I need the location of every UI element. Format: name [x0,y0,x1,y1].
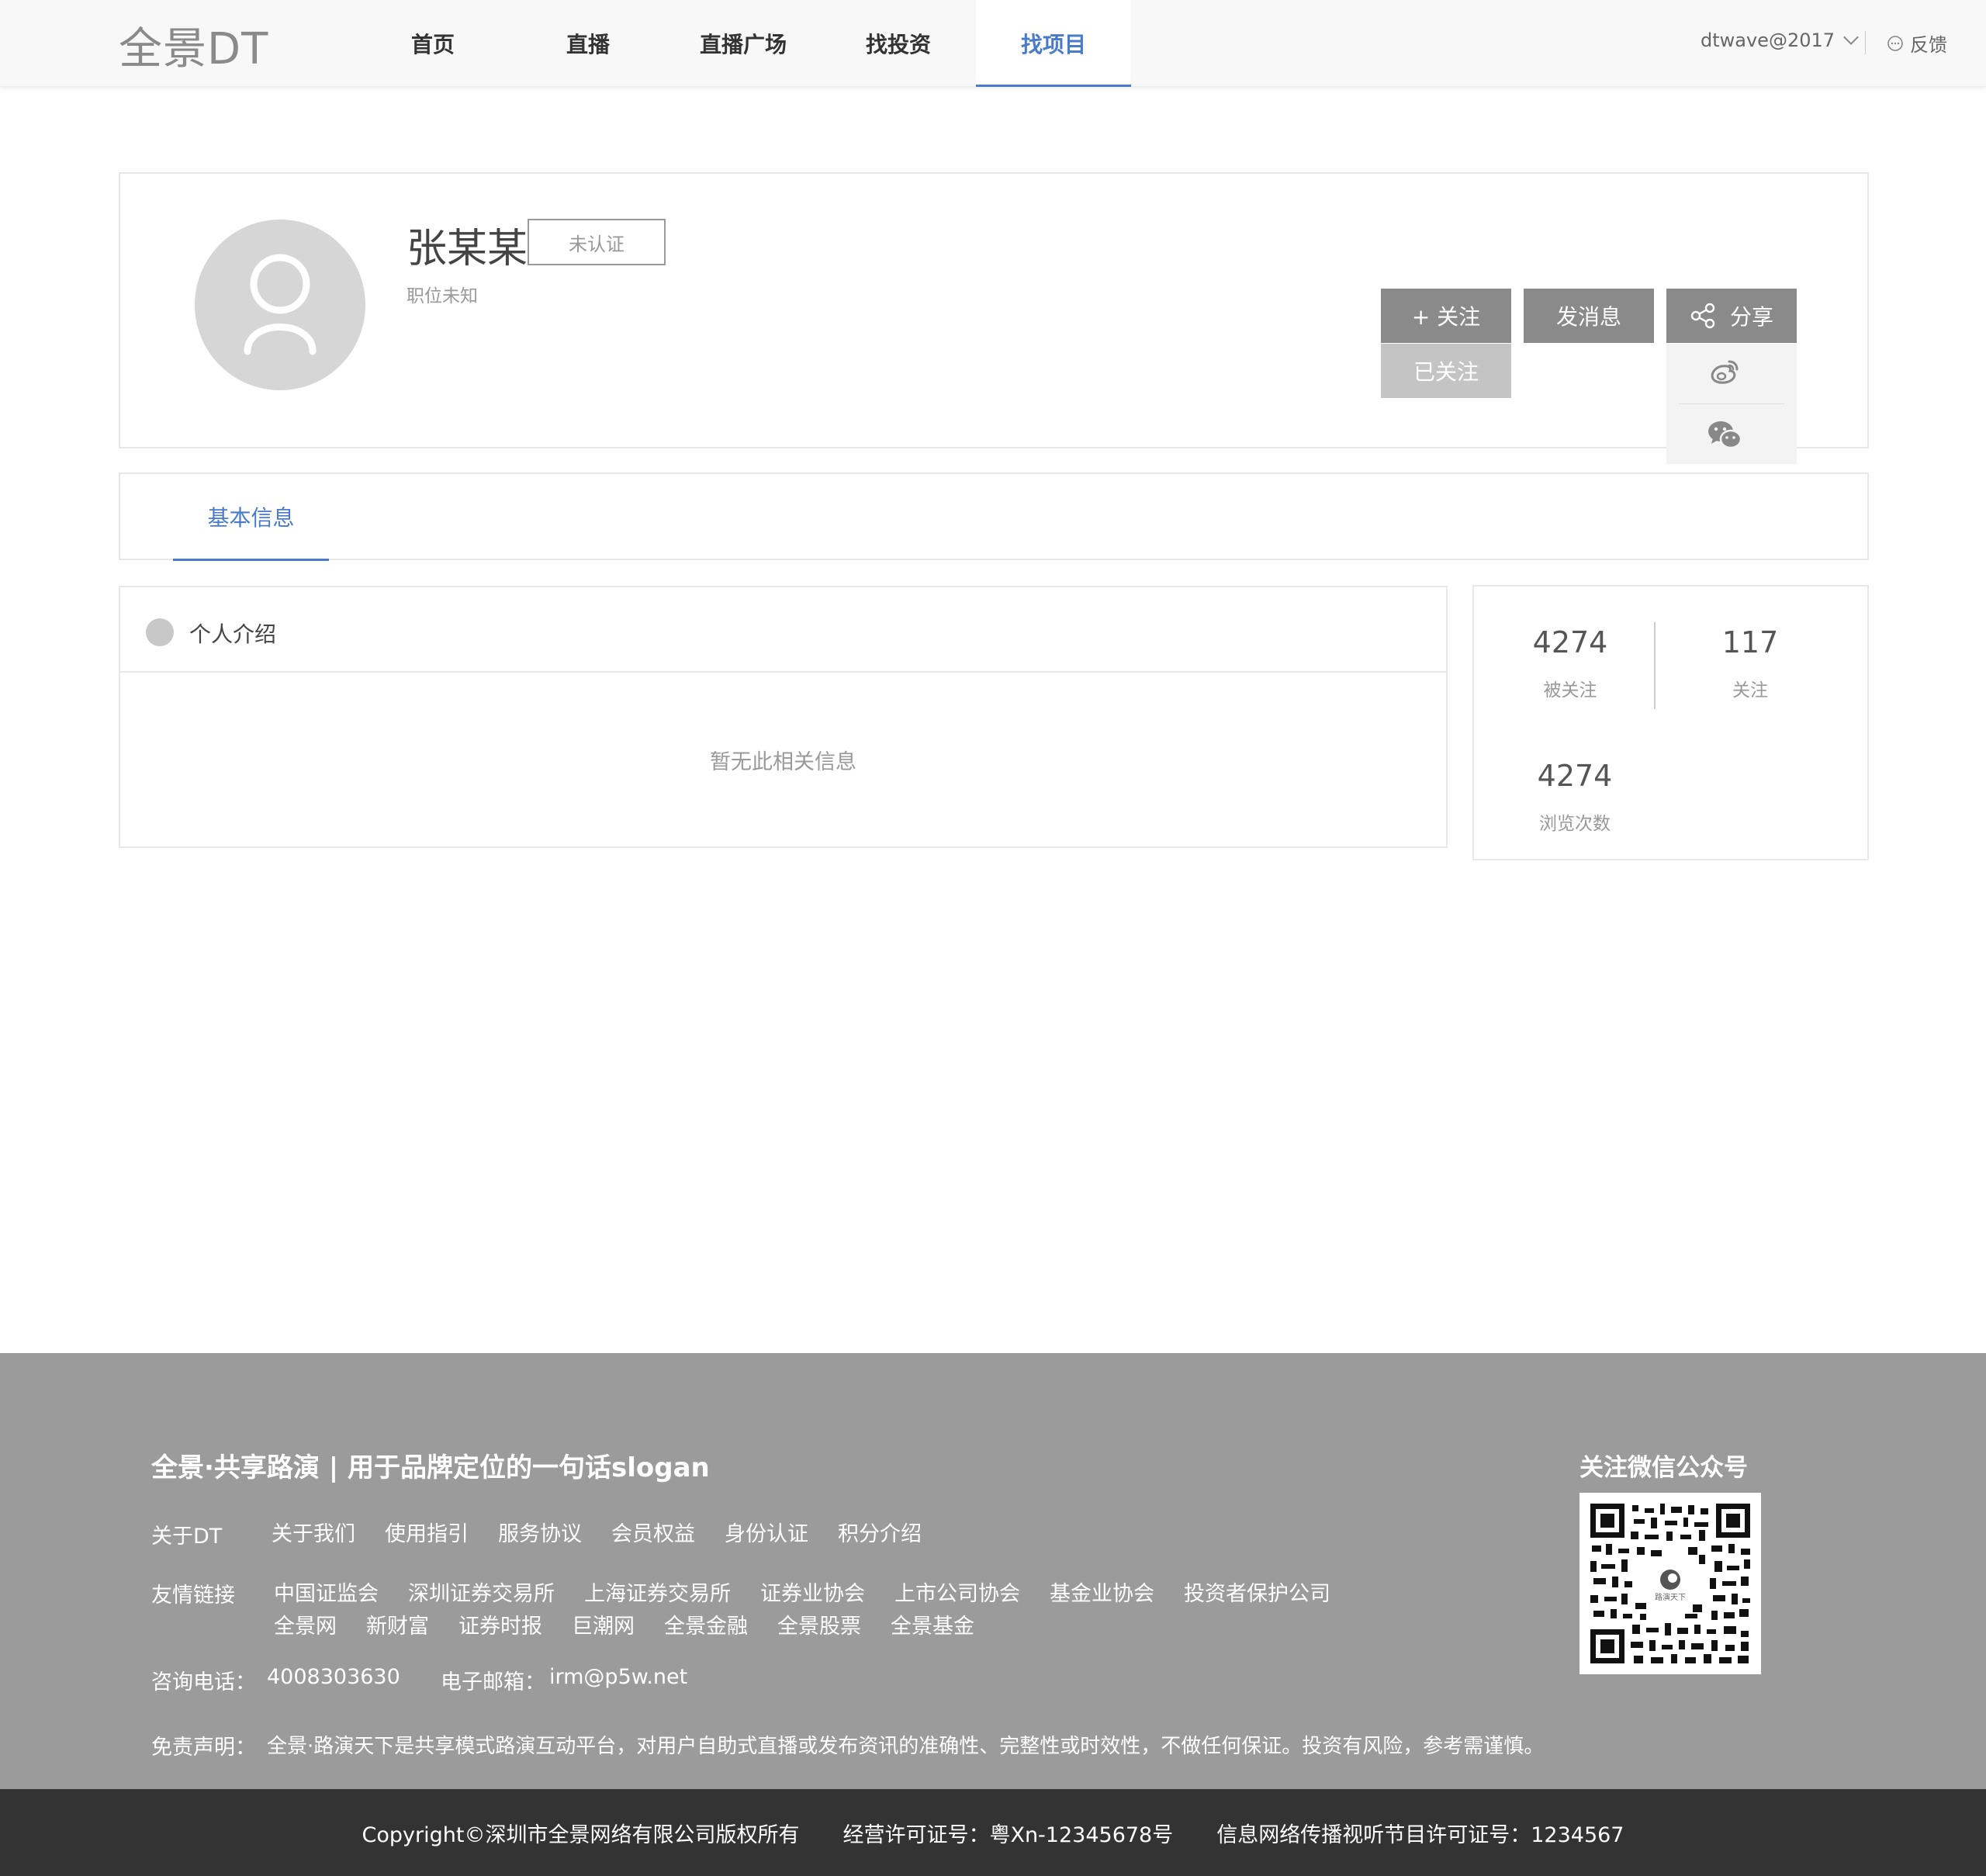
copyright-text: Copyright©深圳市全景网络有限公司版权所有 [362,1822,800,1847]
nav-home[interactable]: 首页 [355,0,510,87]
follow-button[interactable]: + 关注 [1381,289,1511,343]
feedback-link[interactable]: 反馈 [1887,29,1947,57]
main-nav: 首页 直播 直播广场 找投资 找项目 [355,0,1131,87]
footer-link[interactable]: 新财富 [366,1609,429,1639]
divider [1865,31,1866,54]
av-license-text: 信息网络传播视听节目许可证号：1234567 [1216,1822,1624,1847]
chat-bubble-icon [1887,35,1903,51]
username: dtwave@2017 [1701,29,1835,51]
footer-link[interactable]: 上海证券交易所 [584,1577,731,1607]
profile-name: 张某某 [407,226,528,272]
views-count: 4274 [1537,759,1613,793]
footer-link[interactable]: 服务协议 [498,1517,582,1547]
footer-link[interactable]: 上市公司协会 [894,1577,1020,1607]
wechat-qr-code: 路演天下 [1579,1493,1761,1674]
bullet-dot-icon [146,618,174,646]
friend-links-label: 友情链接 [151,1584,235,1608]
nav-live-square[interactable]: 直播广场 [666,0,821,87]
disclaimer-text: 全景·路演天下是共享模式路演互动平台，对用户自助式直播或发布资讯的准确性、完整性… [267,1735,1545,1758]
share-button[interactable]: 分享 [1666,289,1797,343]
email-address[interactable]: irm@p5w.net [549,1665,687,1689]
qr-logo-text: 路演天下 [1655,1592,1686,1602]
nav-live[interactable]: 直播 [510,0,666,87]
weibo-icon[interactable] [1708,357,1739,388]
footer-link[interactable]: 全景金融 [664,1609,748,1639]
footer-slogan: 全景·共享路演 | 用于品牌定位的一句话slogan [151,1452,710,1483]
intro-title: 个人介绍 [189,621,277,647]
email-label: 电子邮箱： [441,1670,545,1694]
footer-link[interactable]: 证券业协会 [760,1577,865,1607]
footer-link[interactable]: 使用指引 [385,1517,469,1547]
user-menu[interactable]: dtwave@2017 [1701,29,1859,51]
footer-link[interactable]: 深圳证券交易所 [408,1577,555,1607]
followed-button[interactable]: 已关注 [1381,344,1511,398]
nav-find-project[interactable]: 找项目 [976,0,1131,87]
footer-link[interactable]: 证券时报 [458,1609,542,1639]
footer-link[interactable]: 全景网 [274,1609,337,1639]
divider [1679,403,1784,404]
user-avatar-icon [244,254,317,355]
disclaimer-label: 免责声明： [151,1736,256,1760]
friend-links-row-1: 中国证监会 深圳证券交易所 上海证券交易所 证券业协会 上市公司协会 基金业协会… [274,1577,1360,1607]
footer-link[interactable]: 全景股票 [777,1609,861,1639]
bottom-bar: Copyright©深圳市全景网络有限公司版权所有 经营许可证号：粤Xn-123… [0,1789,1986,1876]
business-license-text: 经营许可证号：粤Xn-12345678号 [842,1822,1174,1847]
followers-count: 4274 [1532,625,1608,659]
top-navbar: 全景DT 首页 直播 直播广场 找投资 找项目 dtwave@2017 反馈 [0,0,1986,87]
nav-find-investment[interactable]: 找投资 [821,0,976,87]
site-logo[interactable]: 全景DT [119,14,268,77]
share-icon [1690,303,1715,329]
divider [1654,622,1656,709]
views-label: 浏览次数 [1539,814,1611,834]
about-links: 关于我们 使用指引 服务协议 会员权益 身份认证 积分介绍 [272,1517,951,1547]
following-count: 117 [1721,625,1779,659]
footer-link[interactable]: 中国证监会 [274,1577,379,1607]
footer-link[interactable]: 身份认证 [725,1517,808,1547]
avatar [195,220,365,390]
about-label: 关于DT [151,1525,223,1549]
footer-link[interactable]: 关于我们 [272,1517,355,1547]
footer-link[interactable]: 基金业协会 [1050,1577,1154,1607]
share-label: 分享 [1729,304,1773,330]
qr-code-icon: 路演天下 [1590,1504,1750,1663]
feedback-label: 反馈 [1910,34,1947,56]
followers-label: 被关注 [1543,680,1597,701]
footer-link[interactable]: 积分介绍 [838,1517,922,1547]
friend-links-row-2: 全景网 新财富 证券时报 巨潮网 全景金融 全景股票 全景基金 [274,1609,1004,1639]
footer-link[interactable]: 投资者保护公司 [1184,1577,1330,1607]
empty-state-text: 暂无此相关信息 [710,750,856,774]
send-message-button[interactable]: 发消息 [1524,289,1654,343]
tab-basic-info[interactable]: 基本信息 [173,472,329,561]
footer-link[interactable]: 全景基金 [891,1609,974,1639]
footer-link[interactable]: 巨潮网 [572,1609,635,1639]
chevron-down-icon [1843,29,1859,45]
footer-link[interactable]: 会员权益 [611,1517,695,1547]
intro-panel-header [120,587,1446,673]
following-label: 关注 [1732,680,1768,701]
wechat-icon[interactable] [1707,419,1742,450]
phone-number: 4008303630 [267,1665,400,1689]
qr-title: 关注微信公众号 [1579,1454,1748,1482]
verification-badge: 未认证 [528,219,666,265]
phone-label: 咨询电话： [151,1670,256,1694]
tab-bar [119,472,1869,560]
profile-position: 职位未知 [407,286,478,306]
